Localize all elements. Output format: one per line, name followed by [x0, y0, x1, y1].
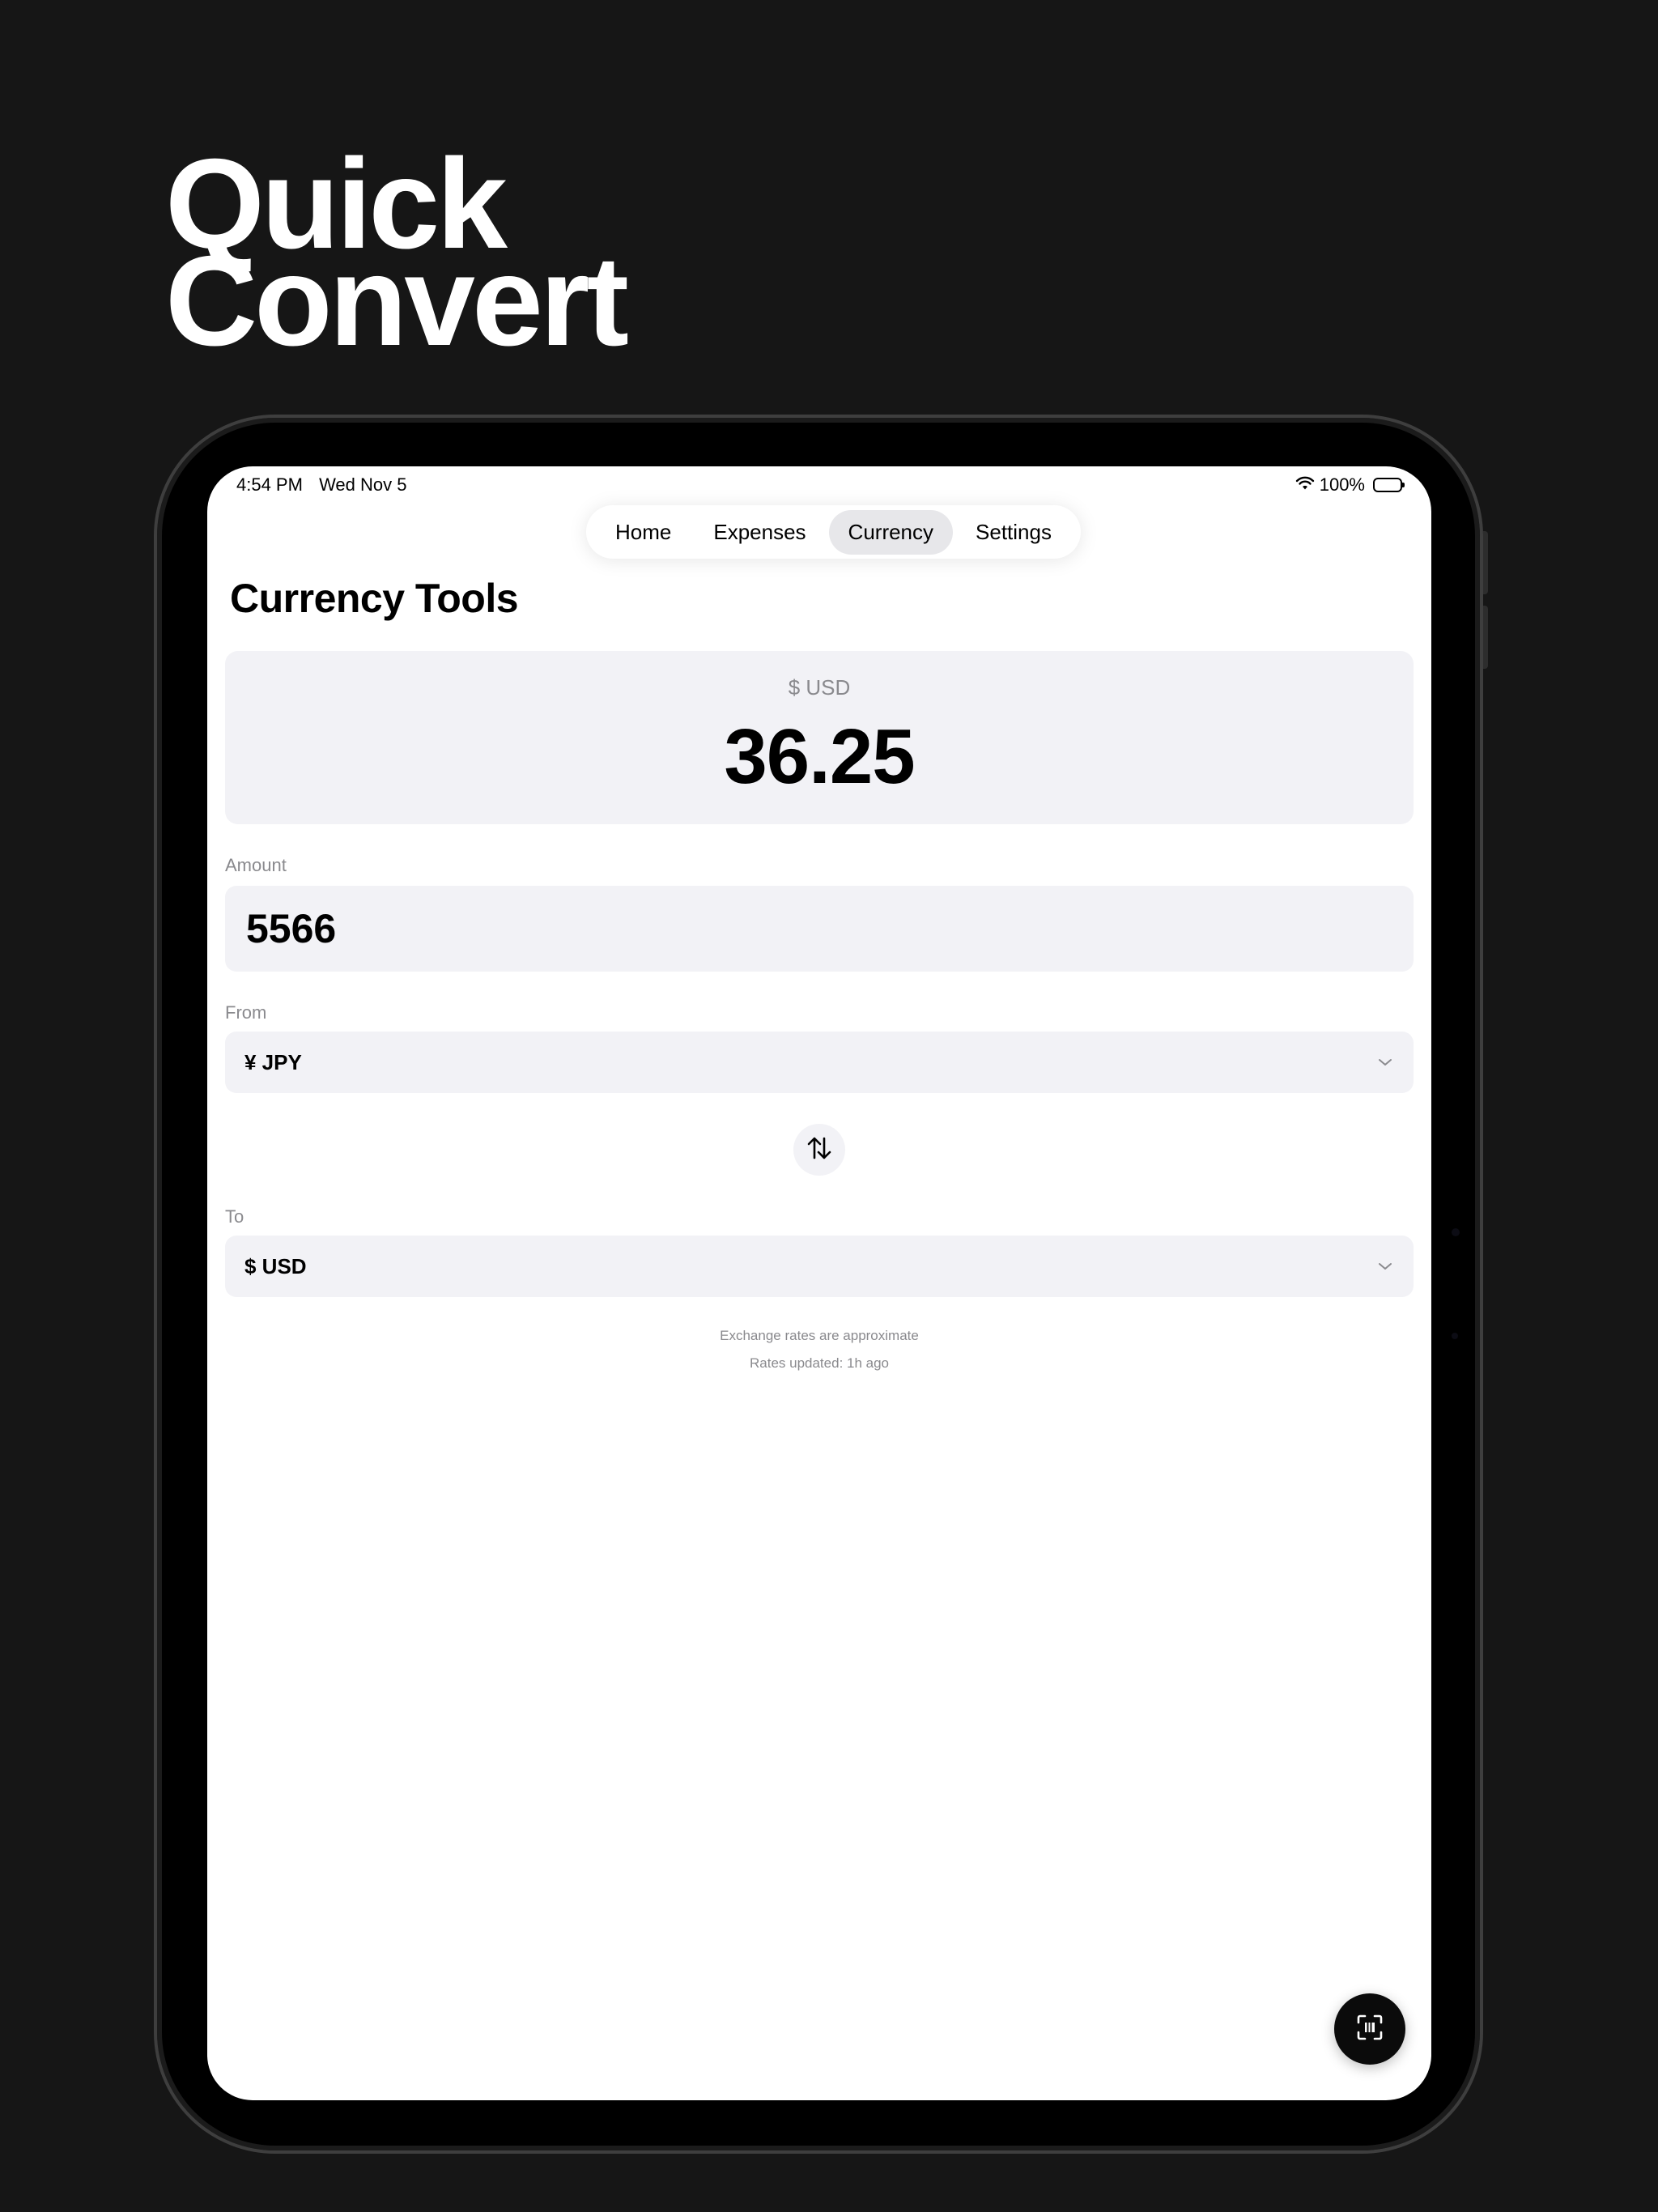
battery-percent: 100% — [1319, 474, 1365, 495]
amount-input[interactable] — [244, 904, 1414, 953]
tab-expenses[interactable]: Expenses — [694, 510, 825, 555]
chevron-down-icon — [1376, 1053, 1394, 1071]
result-value: 36.25 — [724, 713, 915, 800]
status-time: 4:54 PM — [236, 474, 303, 495]
conversion-result-card: $ USD 36.25 — [225, 651, 1414, 824]
tab-settings[interactable]: Settings — [956, 510, 1071, 555]
swap-currencies-button[interactable] — [793, 1124, 845, 1176]
status-date: Wed Nov 5 — [319, 474, 407, 495]
chevron-down-icon — [1376, 1257, 1394, 1275]
swap-vertical-icon — [803, 1132, 835, 1168]
amount-label: Amount — [225, 855, 287, 875]
headline-line-2: Convert — [165, 230, 629, 372]
from-label: From — [225, 1002, 267, 1023]
tab-home[interactable]: Home — [596, 510, 691, 555]
status-bar-left: 4:54 PM Wed Nov 5 — [236, 474, 406, 496]
promo-headline: Quick Convert — [165, 140, 629, 372]
rates-updated: Rates updated: 1h ago — [749, 1355, 890, 1371]
volume-down-button — [1483, 606, 1488, 669]
volume-up-button — [1483, 531, 1488, 594]
battery-icon — [1373, 478, 1405, 492]
scan-button[interactable] — [1334, 1993, 1405, 2065]
to-currency-value: $ USD — [244, 1253, 307, 1278]
to-label: To — [225, 1206, 244, 1227]
status-bar-right: 100% — [1295, 474, 1405, 496]
result-currency-label: $ USD — [788, 675, 851, 700]
rates-disclaimer: Exchange rates are approximate — [720, 1328, 919, 1343]
from-currency-value: ¥ JPY — [244, 1049, 302, 1074]
scan-icon — [1355, 2013, 1384, 2046]
wifi-icon — [1295, 474, 1315, 496]
camera-sensor — [1452, 1228, 1460, 1236]
amount-field[interactable] — [225, 886, 1414, 972]
page-title: Currency Tools — [230, 576, 519, 621]
to-currency-select[interactable]: $ USD — [225, 1236, 1414, 1297]
camera-sensor-small — [1452, 1333, 1458, 1339]
tab-currency[interactable]: Currency — [828, 509, 954, 555]
tab-bar: Home Expenses Currency Settings — [586, 505, 1081, 559]
from-currency-select[interactable]: ¥ JPY — [225, 1032, 1414, 1093]
app-screen: 4:54 PM Wed Nov 5 100% Home Expenses Curre… — [207, 466, 1431, 2100]
